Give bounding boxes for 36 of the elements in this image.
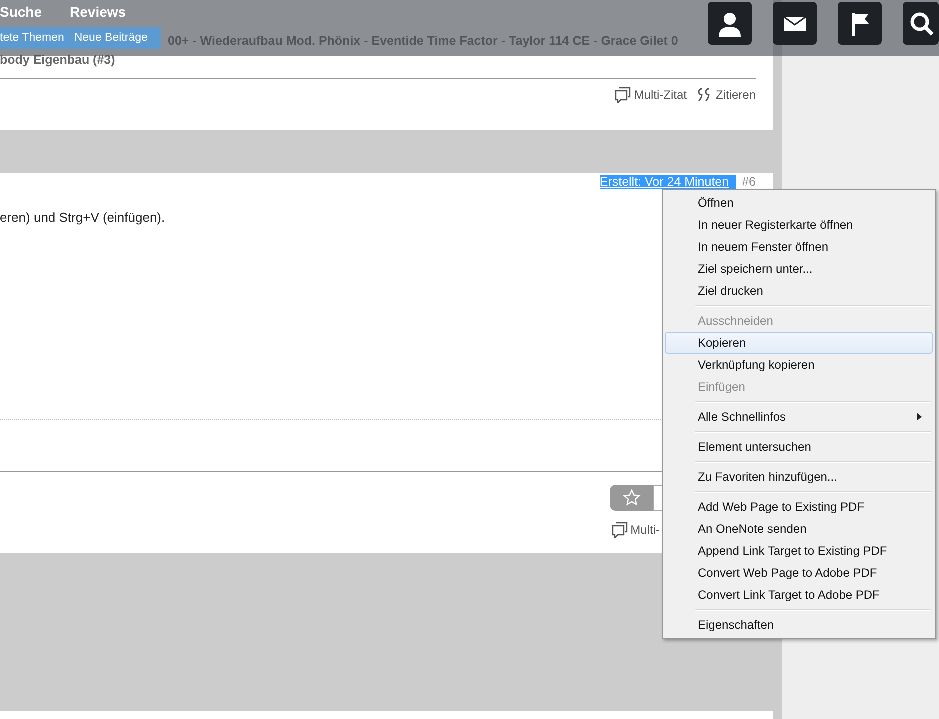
menu-item[interactable]: Verknüpfung kopieren	[665, 354, 933, 376]
menu-item[interactable]: Ziel speichern unter...	[665, 258, 933, 280]
flag-icon	[850, 10, 870, 36]
multi-quote-link[interactable]: Multi-Zitat	[615, 87, 687, 103]
post-number: #6	[742, 175, 756, 189]
user-icon	[718, 10, 742, 36]
multi-quote-link[interactable]: Multi-	[612, 522, 660, 538]
search-button[interactable]	[903, 2, 939, 45]
menu-item[interactable]: In neuer Registerkarte öffnen	[665, 214, 933, 236]
menu-item[interactable]: Eigenschaften	[665, 614, 933, 636]
like-button[interactable]	[610, 485, 653, 511]
speech-bubbles-icon	[615, 87, 632, 103]
star-icon	[622, 489, 640, 507]
menu-item[interactable]: In neuem Fenster öffnen	[665, 236, 933, 258]
submenu-arrow-icon	[917, 413, 922, 421]
mail-button[interactable]	[773, 2, 817, 45]
speech-bubbles-icon	[612, 522, 628, 538]
search-icon	[909, 10, 935, 36]
thread-title-line: body Eigenbau (#3)	[0, 52, 116, 69]
menu-item[interactable]: Ziel drucken	[665, 280, 933, 302]
envelope-icon	[783, 16, 807, 32]
quote-link[interactable]: Zitieren	[696, 87, 756, 103]
thread-title-line: 00+ - Wiederaufbau Mod. Phönix - Eventide Time Factor - Taylor 114 CE - Grace Gilet 0	[168, 33, 678, 50]
post-text: eren) und Strg+V (einfügen).	[0, 210, 166, 225]
menu-item[interactable]: Kopieren	[665, 332, 933, 354]
menu-item[interactable]: Zu Favoriten hinzufügen...	[665, 466, 933, 488]
menu-item[interactable]: An OneNote senden	[665, 518, 933, 540]
flag-button[interactable]	[838, 2, 882, 45]
user-button[interactable]	[708, 2, 752, 45]
menu-item[interactable]: Element untersuchen	[665, 436, 933, 458]
menu-item[interactable]: Alle Schnellinfos	[665, 406, 933, 428]
menu-item[interactable]: Convert Link Target to Adobe PDF	[665, 584, 933, 606]
menu-item[interactable]: Append Link Target to Existing PDF	[665, 540, 933, 562]
menu-item[interactable]: Add Web Page to Existing PDF	[665, 496, 933, 518]
menu-item[interactable]: Convert Web Page to Adobe PDF	[665, 562, 933, 584]
menu-item[interactable]: Öffnen	[665, 192, 933, 214]
